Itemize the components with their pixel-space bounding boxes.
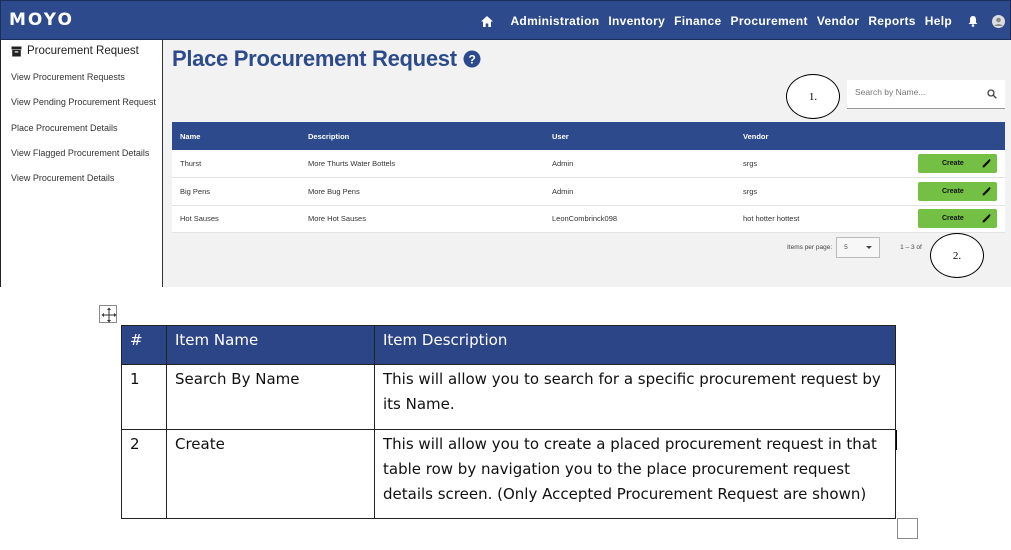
doc-table-row: 1 Search By Name This will allow you to … [121,364,896,430]
sidebar-item-view-procurement-requests[interactable]: View Procurement Requests [1,65,162,90]
paginator: Items per page: 5 1 – 3 of [787,237,922,258]
column-header-action [910,122,1005,150]
cell-action: Create [910,150,1005,178]
callout-2: 2. [930,233,984,278]
home-icon[interactable] [481,15,494,27]
pencil-icon [982,186,991,196]
cell-action: Create [910,205,1005,233]
doc-table-row: 2 Create This will allow you to create a… [121,429,896,519]
logo: MOYO [9,10,74,30]
text-cursor [896,430,897,450]
callout-1: 1. [786,74,840,119]
table-move-handle[interactable] [99,305,117,323]
pencil-icon [982,159,991,168]
top-navbar: MOYO Administration Inventory Finance Pr… [0,0,1011,40]
cell-name: Thurst [172,150,300,178]
page-range-label: 1 – 3 of [900,244,922,251]
page-size-value: 5 [844,244,848,251]
nav-vendor[interactable]: Vendor [817,14,859,28]
doc-table-header-row: # Item Name Item Description [121,325,896,365]
cell-action: Create [910,177,1005,206]
create-button[interactable]: Create [918,209,997,229]
page-size-select[interactable]: 5 [836,237,881,258]
cell-user: Admin [544,150,735,178]
cell-vendor: hot hotter hottest [735,205,910,233]
cell-description: More Bug Pens [300,177,544,206]
doc-header-number: # [121,325,167,365]
svg-text:?: ? [468,52,475,66]
cell-name: Big Pens [172,177,300,206]
create-button-label: Create [942,187,964,195]
sidebar: Procurement Request View Procurement Req… [0,40,163,287]
move-icon [101,307,117,323]
create-button-label: Create [942,215,964,223]
table-header-row: Name Description User Vendor [172,122,1005,150]
column-header-description[interactable]: Description [300,122,544,150]
table-row: Thurst More Thurts Water Bottels Admin s… [172,150,1005,178]
item-description-table: # Item Name Item Description 1 Search By… [121,325,896,519]
column-header-name[interactable]: Name [172,122,300,150]
procurement-table: Name Description User Vendor Thurst More… [172,122,1005,233]
bell-icon[interactable] [967,15,979,27]
user-avatar-icon[interactable] [992,14,1005,28]
search-icon[interactable] [987,89,997,99]
sidebar-item-view-flagged-procurement-details[interactable]: View Flagged Procurement Details [1,141,162,166]
doc-cell-item-description: This will allow you to create a placed p… [374,429,896,519]
table-resize-handle[interactable] [897,518,918,539]
items-per-page-label: Items per page: [787,244,833,251]
page-title: Place Procurement Request ? [172,46,481,72]
doc-cell-item-name: Create [166,429,375,519]
main-nav: Administration Inventory Finance Procure… [481,1,1006,41]
nav-inventory[interactable]: Inventory [608,14,665,28]
cell-vendor: srgs [735,150,910,178]
search-input[interactable] [855,87,975,97]
nav-finance[interactable]: Finance [674,14,721,28]
doc-cell-number: 1 [121,364,167,430]
column-header-user[interactable]: User [544,122,735,150]
create-button[interactable]: Create [918,181,997,201]
page-title-text: Place Procurement Request [172,46,457,71]
cell-name: Hot Sauses [172,205,300,233]
search-box [847,80,1005,109]
doc-cell-item-description: This will allow you to search for a spec… [374,364,896,430]
table-row: Big Pens More Bug Pens Admin srgs Create [172,177,1005,206]
sidebar-heading-label: Procurement Request [27,45,139,57]
doc-cell-number: 2 [121,429,167,519]
nav-administration[interactable]: Administration [510,14,599,28]
column-header-vendor[interactable]: Vendor [735,122,910,150]
sidebar-item-place-procurement-details[interactable]: Place Procurement Details [1,116,162,141]
sidebar-item-view-pending-procurement-request[interactable]: View Pending Procurement Request [1,90,162,115]
help-circle-icon[interactable]: ? [463,50,481,68]
sidebar-heading: Procurement Request [1,40,162,57]
cell-vendor: srgs [735,177,910,206]
doc-header-item-description: Item Description [374,325,896,365]
cell-description: More Thurts Water Bottels [300,150,544,178]
sidebar-item-view-procurement-details[interactable]: View Procurement Details [1,166,162,191]
nav-reports[interactable]: Reports [868,14,915,28]
table-row: Hot Sauses More Hot Sauses LeonCombrinck… [172,205,1005,233]
doc-header-item-name: Item Name [166,325,375,365]
nav-help[interactable]: Help [925,14,952,28]
cell-user: LeonCombrinck098 [544,205,735,233]
chevron-down-icon [866,246,873,249]
create-button-label: Create [942,160,964,167]
main-content: Place Procurement Request ? Name Descrip… [163,40,1011,287]
doc-cell-item-name: Search By Name [166,364,375,430]
create-button[interactable]: Create [918,154,997,173]
pencil-icon [982,214,991,223]
archive-icon [11,46,22,56]
cell-user: Admin [544,177,735,206]
nav-procurement[interactable]: Procurement [731,14,808,28]
app-screenshot: MOYO Administration Inventory Finance Pr… [0,0,1011,287]
cell-description: More Hot Sauses [300,205,544,233]
